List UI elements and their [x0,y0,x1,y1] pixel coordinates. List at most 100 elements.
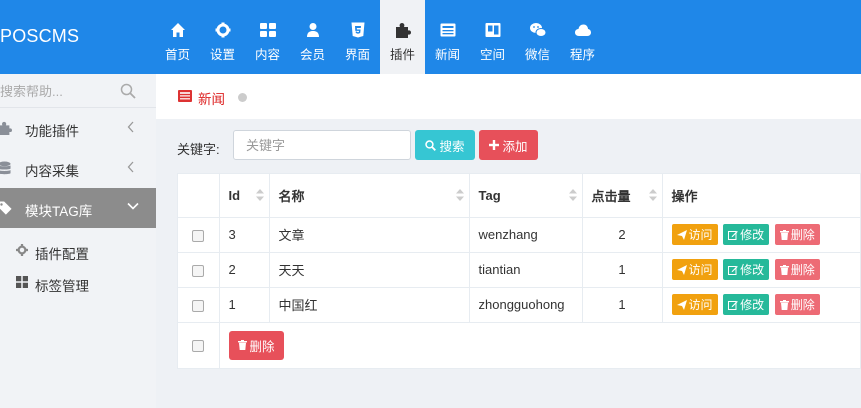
visit-label: 访问 [688,298,713,312]
cell-id: 1 [219,287,270,323]
nav-programs[interactable]: 程序 [560,0,605,74]
nav-content[interactable]: 内容 [245,0,290,74]
cell-tag: tiantian [469,252,583,288]
row-checkbox[interactable] [192,299,205,312]
cell-name: 天天 [269,252,470,288]
nav-home[interactable]: 首页 [155,0,200,74]
sidebar-subitem-plugin-config[interactable]: 插件配置 [0,235,156,267]
cell-hits: 2 [582,217,663,253]
nav-members[interactable]: 会员 [290,0,335,74]
keyword-input[interactable] [233,130,411,160]
sidebar-item-label: 内容采集 [25,164,79,179]
cell-actions: 访问 修改 删除 [662,287,861,323]
trash-icon [779,264,789,275]
send-icon [676,229,687,240]
tag-table: Id 名称 Tag 点击量 操作 3 文章 wenzhang 2 访问 修改 删… [177,173,861,369]
visit-button[interactable]: 访问 [671,259,718,280]
nav-label: 首页 [164,48,190,62]
sidebar-item-plugins[interactable]: 功能插件 [0,108,156,148]
database-icon [0,161,11,175]
search-form: 关键字: 搜索 添加 [156,119,861,173]
nav-interface[interactable]: 界面 [335,0,380,74]
add-button[interactable]: 添加 [479,130,538,160]
nav-label: 内容 [254,48,280,62]
gear-icon [215,22,230,38]
puzzle-icon [0,121,12,135]
visit-button[interactable]: 访问 [671,224,718,245]
cell-name: 中国红 [269,287,470,323]
column-header-label: 名称 [278,188,305,204]
nav-wechat[interactable]: 微信 [515,0,560,74]
visit-button[interactable]: 访问 [671,294,718,315]
sort-icon [568,189,577,201]
cell-actions: 访问 修改 删除 [662,217,861,253]
keyword-label: 关键字: [177,142,220,157]
table-row: 1 中国红 zhongguohong 1 访问 修改 删除 [178,287,861,323]
brand-logo[interactable]: POSCMS [0,26,79,47]
bulk-delete-label: 删除 [249,339,275,354]
row-checkbox-cell [178,217,220,253]
nav-space[interactable]: 空间 [470,0,515,74]
sort-icon [255,189,264,201]
edit-button[interactable]: 修改 [723,294,770,315]
page-title[interactable]: 新闻 [198,88,225,108]
breadcrumb-dot [238,93,247,102]
trash-icon [237,340,247,351]
nav-settings[interactable]: 设置 [200,0,245,74]
edit-label: 修改 [740,263,765,277]
sidebar-item-label: 模块TAG库 [25,204,93,219]
sidebar-subitem-label: 插件配置 [35,247,89,262]
column-header-label: 点击量 [591,188,631,204]
edit-button[interactable]: 修改 [723,259,770,280]
chevron-left-icon [127,161,134,173]
cell-id: 3 [219,217,270,253]
nav-label: 插件 [389,48,415,62]
sidebar-item-label: 功能插件 [25,124,79,139]
user-icon [306,23,319,37]
search-button[interactable]: 搜索 [415,130,475,160]
cell-hits: 1 [582,287,663,323]
row-checkbox-cell [178,252,220,288]
nav-plugins[interactable]: 插件 [380,0,425,74]
column-header-hits[interactable]: 点击量 [582,174,663,218]
column-header-name[interactable]: 名称 [269,174,470,218]
column-header-label: Id [228,187,241,203]
search-icon[interactable] [120,83,136,99]
cloud-icon [574,24,591,36]
nav-label: 程序 [569,48,595,62]
table-footer-row: 删除 [178,322,861,368]
wechat-icon [529,23,546,37]
delete-button[interactable]: 删除 [774,224,820,245]
delete-button[interactable]: 删除 [774,259,820,280]
select-all-checkbox[interactable] [192,340,205,353]
nav-label: 会员 [299,48,325,62]
table-row: 2 天天 tiantian 1 访问 修改 删除 [178,252,861,288]
top-navbar: POSCMS 首页 设置 内容 会员 界面 插件 新闻 空间 微信 程序 [0,0,861,74]
table-row: 3 文章 wenzhang 2 访问 修改 删除 [178,217,861,253]
select-all-cell [178,322,220,368]
grid-icon [16,276,28,288]
edit-icon [728,265,738,275]
edit-button[interactable]: 修改 [723,224,770,245]
row-checkbox[interactable] [192,264,205,277]
row-checkbox[interactable] [192,229,205,242]
delete-button[interactable]: 删除 [774,294,820,315]
send-icon [676,264,687,275]
nav-news[interactable]: 新闻 [425,0,470,74]
newspaper-icon [440,23,455,37]
submenu-spacer [0,228,156,235]
bulk-actions-cell: 删除 [219,322,861,368]
table-header-row: Id 名称 Tag 点击量 操作 [178,174,861,218]
sidebar-item-tag-library[interactable]: 模块TAG库 [0,188,156,228]
nav-label: 新闻 [434,48,460,62]
column-header-id[interactable]: Id [219,174,270,218]
edit-label: 修改 [740,298,765,312]
header-checkbox-cell [178,174,220,218]
sidebar-search-input[interactable] [0,74,120,108]
nav-label: 界面 [344,48,370,62]
column-header-tag[interactable]: Tag [469,174,583,218]
sidebar-item-collect[interactable]: 内容采集 [0,148,156,188]
main-nav: 首页 设置 内容 会员 界面 插件 新闻 空间 微信 程序 [155,0,605,74]
sidebar-subitem-tag-management[interactable]: 标签管理 [0,267,156,299]
bulk-delete-button[interactable]: 删除 [228,330,284,360]
